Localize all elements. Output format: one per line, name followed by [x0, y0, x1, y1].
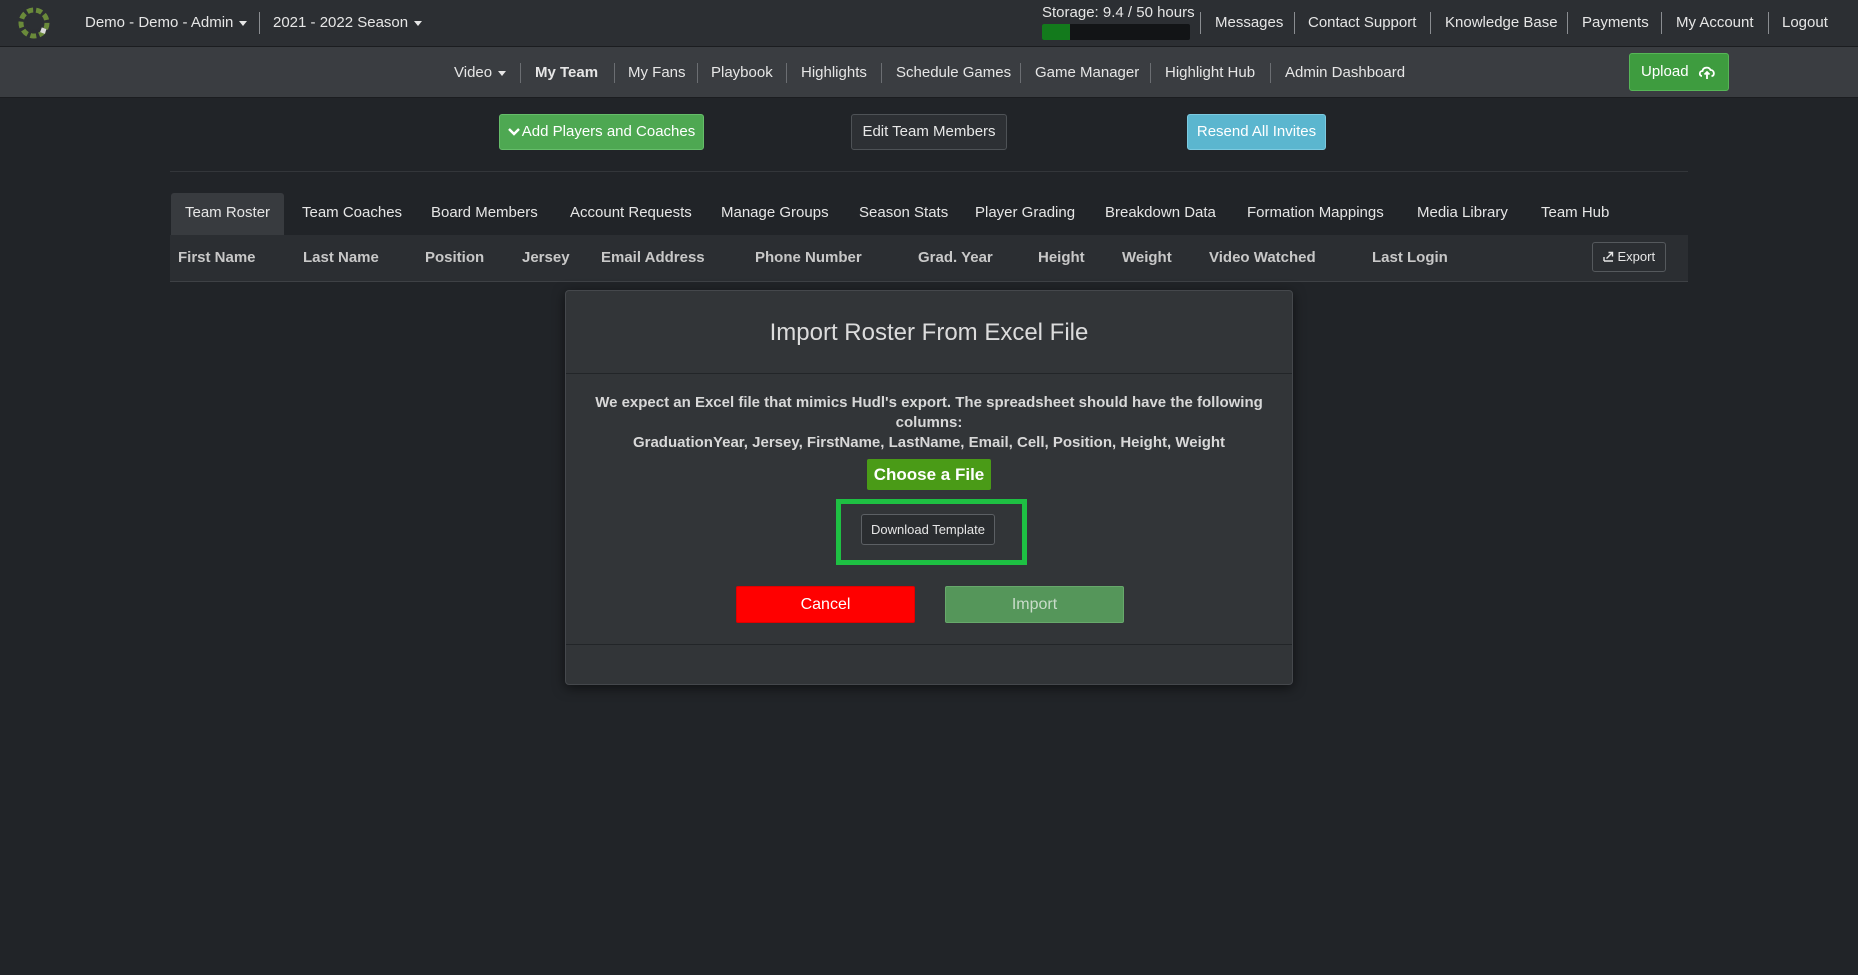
nav-playbook[interactable]: Playbook: [711, 47, 773, 98]
season-dropdown-label: 2021 - 2022 Season: [273, 14, 409, 31]
divider: [1270, 63, 1271, 83]
choose-file-button[interactable]: Choose a File: [867, 459, 991, 490]
app-logo-icon[interactable]: [17, 6, 51, 40]
cloud-upload-icon: [1698, 66, 1715, 79]
tab-manage-groups[interactable]: Manage Groups: [707, 193, 843, 235]
divider: [881, 63, 882, 83]
messages-link[interactable]: Messages: [1215, 0, 1283, 47]
nav-admin-dashboard[interactable]: Admin Dashboard: [1285, 47, 1405, 98]
add-players-coaches-button[interactable]: Add Players and Coaches: [499, 114, 704, 150]
upload-button[interactable]: Upload: [1629, 53, 1729, 91]
roster-table-header: First Name Last Name Position Jersey Ema…: [170, 235, 1688, 282]
season-dropdown[interactable]: 2021 - 2022 Season: [273, 0, 423, 47]
add-players-coaches-label: Add Players and Coaches: [521, 123, 696, 140]
org-dropdown[interactable]: Demo - Demo - Admin: [85, 0, 248, 47]
column-header[interactable]: Grad. Year: [918, 235, 993, 281]
import-roster-modal: Import Roster From Excel File We expect …: [565, 290, 1293, 685]
divider: [1150, 63, 1151, 83]
top-bar: Demo - Demo - Admin 2021 - 2022 Season S…: [0, 0, 1858, 47]
divider: [259, 12, 260, 34]
divider: [520, 63, 521, 83]
section-divider: [170, 171, 1688, 172]
modal-description: We expect an Excel file that mimics Hudl…: [570, 393, 1288, 453]
tab-board-members[interactable]: Board Members: [417, 193, 552, 235]
divider: [697, 63, 698, 83]
edit-team-members-button[interactable]: Edit Team Members: [851, 114, 1007, 150]
column-header[interactable]: Video Watched: [1209, 235, 1316, 281]
export-button[interactable]: Export: [1592, 242, 1666, 272]
divider: [1661, 12, 1662, 34]
caret-down-icon: [414, 20, 423, 26]
tab-formation-mappings[interactable]: Formation Mappings: [1233, 193, 1398, 235]
caret-down-icon: [498, 70, 507, 76]
divider: [786, 63, 787, 83]
my-account-link[interactable]: My Account: [1676, 0, 1754, 47]
column-header[interactable]: Height: [1038, 235, 1085, 281]
knowledge-base-link[interactable]: Knowledge Base: [1445, 0, 1558, 47]
resend-all-invites-button[interactable]: Resend All Invites: [1187, 114, 1326, 150]
column-header[interactable]: Last Login: [1372, 235, 1448, 281]
divider: [1768, 12, 1769, 34]
tab-season-stats[interactable]: Season Stats: [845, 193, 962, 235]
tab-player-grading[interactable]: Player Grading: [961, 193, 1089, 235]
tab-media-library[interactable]: Media Library: [1403, 193, 1522, 235]
nav-video[interactable]: Video: [454, 47, 507, 98]
column-header[interactable]: Weight: [1122, 235, 1172, 281]
divider: [1020, 63, 1021, 83]
column-header[interactable]: Position: [425, 235, 484, 281]
divider: [1200, 12, 1201, 34]
divider: [1430, 12, 1431, 34]
cancel-button[interactable]: Cancel: [736, 586, 915, 623]
nav-video-label: Video: [454, 64, 493, 81]
storage-label: Storage: 9.4 / 50 hours: [1042, 4, 1195, 21]
org-dropdown-label: Demo - Demo - Admin: [85, 14, 234, 31]
tab-team-hub[interactable]: Team Hub: [1527, 193, 1623, 235]
tab-breakdown-data[interactable]: Breakdown Data: [1091, 193, 1230, 235]
modal-description-line-1: We expect an Excel file that mimics Hudl…: [595, 394, 1263, 431]
download-template-button[interactable]: Download Template: [861, 514, 995, 545]
chevron-down-icon: [507, 128, 520, 136]
column-header[interactable]: First Name: [178, 235, 256, 281]
main-nav: Video My Team My Fans Playbook Highlight…: [0, 47, 1858, 98]
divider: [614, 63, 615, 83]
column-header[interactable]: Last Name: [303, 235, 379, 281]
upload-label: Upload: [1641, 63, 1689, 80]
storage-progress-bar: [1042, 24, 1190, 40]
payments-link[interactable]: Payments: [1582, 0, 1649, 47]
nav-highlight-hub[interactable]: Highlight Hub: [1165, 47, 1255, 98]
import-button[interactable]: Import: [945, 586, 1124, 623]
modal-description-line-2: GraduationYear, Jersey, FirstName, LastN…: [632, 434, 1226, 451]
contact-support-link[interactable]: Contact Support: [1308, 0, 1416, 47]
export-label: Export: [1617, 249, 1656, 264]
nav-game-manager[interactable]: Game Manager: [1035, 47, 1139, 98]
column-header[interactable]: Email Address: [601, 235, 705, 281]
storage-progress-fill: [1042, 24, 1070, 40]
logout-link[interactable]: Logout: [1782, 0, 1828, 47]
nav-schedule-games[interactable]: Schedule Games: [896, 47, 1011, 98]
column-header[interactable]: Phone Number: [755, 235, 862, 281]
divider: [1294, 12, 1295, 34]
divider: [1567, 12, 1568, 34]
column-header[interactable]: Jersey: [522, 235, 570, 281]
modal-title: Import Roster From Excel File: [769, 319, 1089, 346]
nav-my-team[interactable]: My Team: [535, 47, 598, 98]
tab-account-requests[interactable]: Account Requests: [556, 193, 706, 235]
modal-header: Import Roster From Excel File: [566, 291, 1292, 374]
nav-highlights[interactable]: Highlights: [801, 47, 867, 98]
modal-footer-divider: [566, 644, 1292, 645]
caret-down-icon: [239, 20, 248, 26]
export-icon: [1603, 251, 1614, 262]
tab-team-roster[interactable]: Team Roster: [171, 193, 285, 235]
tab-team-coaches[interactable]: Team Coaches: [288, 193, 416, 235]
nav-my-fans[interactable]: My Fans: [628, 47, 686, 98]
